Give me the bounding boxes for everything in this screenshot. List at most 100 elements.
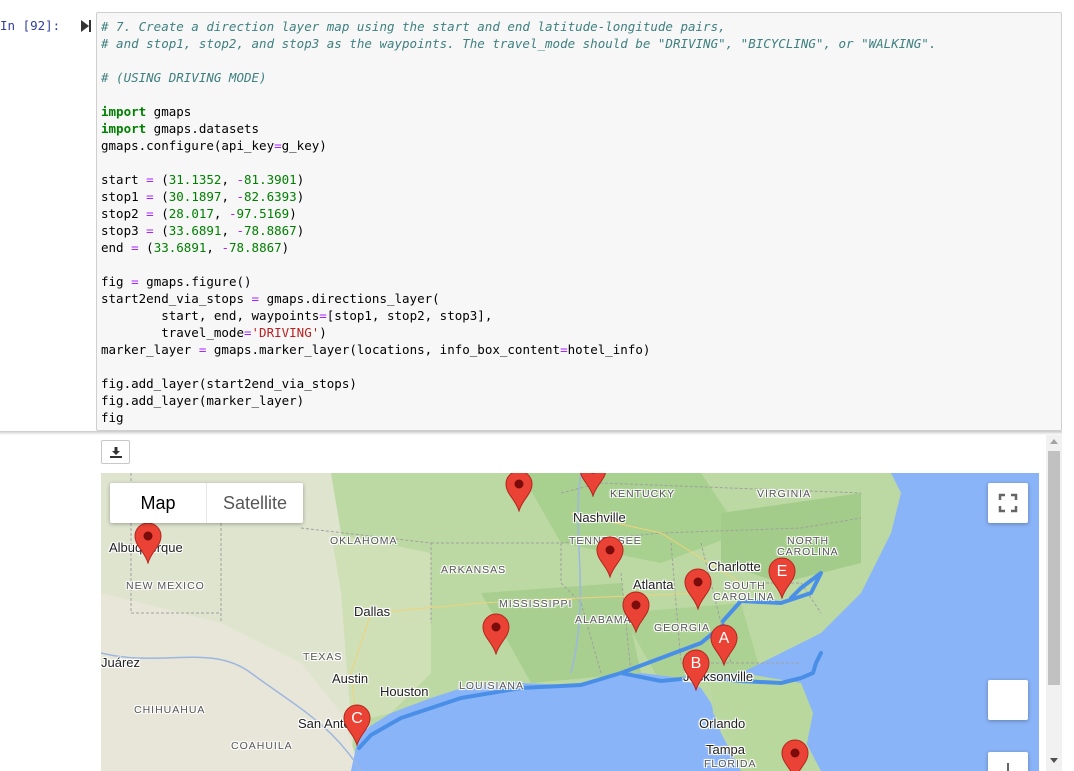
city-label: Nashville — [573, 510, 626, 525]
code-token: # 7. Create a direction layer map using … — [101, 19, 726, 34]
code-token: = — [146, 223, 154, 238]
code-token: ) — [281, 240, 290, 255]
map-marker[interactable] — [504, 473, 534, 512]
code-line: import gmaps — [101, 103, 936, 120]
region-label: COAHUILA — [231, 740, 293, 752]
code-token: # (USING DRIVING MODE) — [101, 70, 267, 85]
map-marker[interactable] — [578, 473, 608, 497]
code-line: marker_layer = gmaps.marker_layer(locati… — [101, 341, 936, 358]
city-label: Tampa — [706, 742, 746, 757]
code-token: = — [274, 138, 282, 153]
map-type-satellite-button[interactable]: Satellite — [206, 483, 303, 523]
code-token: fig — [101, 410, 124, 425]
code-token: , — [221, 189, 237, 204]
code-token: , — [206, 240, 222, 255]
code-editor[interactable]: # 7. Create a direction layer map using … — [101, 18, 936, 426]
code-line: fig.add_layer(marker_layer) — [101, 392, 936, 409]
code-line: start, end, waypoints=[stop1, stop2, sto… — [101, 307, 936, 324]
code-line: gmaps.configure(api_key=g_key) — [101, 137, 936, 154]
state-label: FLORIDA — [704, 758, 757, 770]
route-marker-a[interactable]: A — [709, 624, 739, 666]
state-label: OKLAHOMA — [330, 535, 398, 547]
code-line: stop1 = (30.1897, -82.6393) — [101, 188, 936, 205]
output-scrollbar[interactable] — [1046, 435, 1062, 771]
code-token: = — [131, 240, 139, 255]
code-token: , — [213, 206, 229, 221]
run-cell-icon[interactable] — [80, 19, 92, 33]
state-label: NEW MEXICO — [126, 580, 205, 592]
map-control-button[interactable] — [988, 680, 1028, 720]
state-label: TEXAS — [303, 651, 343, 663]
code-token: = — [560, 342, 568, 357]
code-token: 31.1352 — [168, 172, 222, 187]
code-token: 82.6393 — [244, 189, 297, 204]
code-line: fig = gmaps.figure() — [101, 273, 936, 290]
map-marker[interactable] — [481, 613, 511, 655]
code-token: 'DRIVING' — [251, 325, 320, 340]
code-token: - — [228, 206, 237, 221]
code-token: start, end, waypoints — [101, 308, 320, 323]
code-token: = — [244, 325, 252, 340]
fullscreen-icon — [998, 493, 1018, 513]
code-token: ) — [289, 206, 297, 221]
code-token: = — [146, 206, 154, 221]
code-token: = — [131, 274, 139, 289]
scroll-down-icon[interactable] — [1050, 758, 1058, 763]
code-token: 81.3901 — [244, 172, 297, 187]
code-line: fig — [101, 409, 936, 426]
code-token: ) — [296, 189, 305, 204]
region-label: CHIHUAHUA — [134, 704, 206, 716]
state-label: GEORGIA — [654, 622, 711, 634]
code-token: hotel_info) — [567, 342, 651, 357]
google-map[interactable]: KENTUCKY VIRGINIA OKLAHOMA TENNESSEE NOR… — [101, 473, 1039, 771]
map-marker[interactable] — [595, 536, 625, 578]
code-token: = — [146, 189, 154, 204]
map-type-control: Map Satellite — [110, 483, 303, 523]
map-marker[interactable] — [621, 591, 651, 633]
code-token: = — [251, 291, 260, 306]
code-token: 33.6891 — [153, 240, 207, 255]
code-token: 78.8867 — [228, 240, 282, 255]
route-marker-e[interactable]: E — [767, 557, 797, 599]
code-token: gmaps.figure() — [138, 274, 252, 289]
route-marker-b[interactable]: B — [681, 649, 711, 691]
state-label: CAROLINA — [713, 591, 775, 603]
map-type-map-button[interactable]: Map — [110, 483, 206, 523]
code-line: # 7. Create a direction layer map using … — [101, 18, 936, 35]
fullscreen-button[interactable] — [988, 483, 1028, 523]
map-marker[interactable] — [780, 739, 810, 771]
code-token: ( — [138, 240, 154, 255]
code-token: gmaps.datasets — [146, 121, 260, 136]
code-line: import gmaps.datasets — [101, 120, 936, 137]
scroll-up-icon[interactable] — [1050, 439, 1058, 444]
scroll-thumb[interactable] — [1048, 451, 1060, 685]
code-token: ( — [153, 223, 169, 238]
code-token: ( — [153, 189, 169, 204]
state-label: KENTUCKY — [610, 488, 676, 500]
state-label: VIRGINIA — [757, 488, 812, 500]
code-token: end — [101, 240, 132, 255]
code-token: ( — [153, 206, 169, 221]
code-token: 97.5169 — [236, 206, 290, 221]
code-token: ( — [153, 172, 169, 187]
map-marker[interactable] — [133, 522, 163, 564]
map-marker[interactable] — [683, 568, 713, 610]
code-token: 30.1897 — [168, 189, 222, 204]
code-token: = — [319, 308, 327, 323]
zoom-in-button[interactable] — [988, 752, 1028, 771]
city-label: Houston — [380, 684, 429, 699]
code-token: travel_mode — [101, 325, 244, 340]
code-line: end = (33.6891, -78.8867) — [101, 239, 936, 256]
code-token: fig.add_layer(marker_layer) — [101, 393, 305, 408]
route-marker-c[interactable]: C — [342, 704, 372, 746]
code-cell[interactable]: # 7. Create a direction layer map using … — [96, 12, 1062, 431]
code-token: - — [221, 240, 229, 255]
code-token: fig — [101, 274, 132, 289]
code-token: gmaps.configure(api_key — [101, 138, 275, 153]
download-button[interactable] — [101, 440, 130, 464]
code-token: g_key) — [281, 138, 327, 153]
code-token: ) — [296, 223, 305, 238]
